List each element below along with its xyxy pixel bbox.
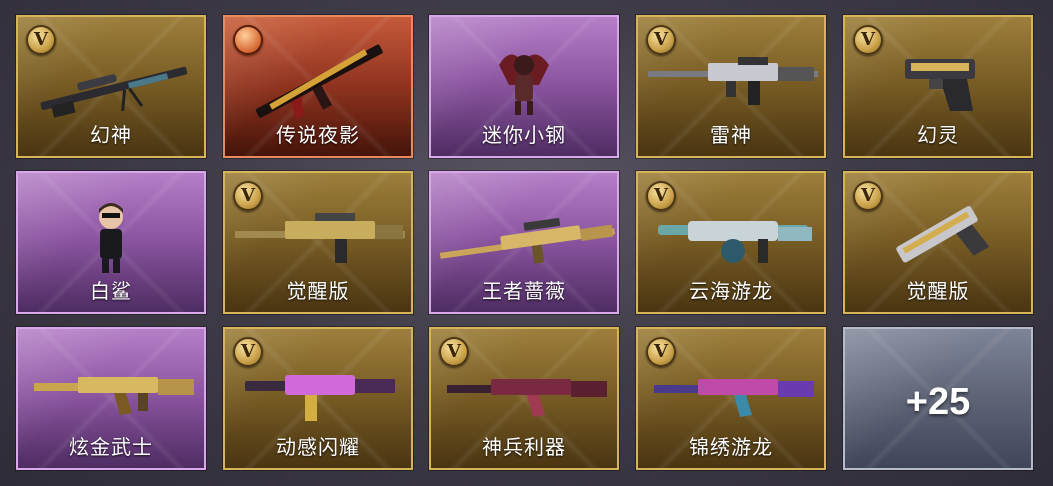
item-name: 白鲨 [90,279,132,303]
item-name: 觉醒版 [286,279,350,303]
item-name: 锦绣游龙 [689,435,773,459]
item-card[interactable]: V 动感闪耀 [223,327,413,470]
assault-rifle-icon [648,57,818,105]
sniper-rifle-icon [439,217,615,264]
assault-rifle-icon [235,213,405,263]
more-count: +25 [905,381,971,423]
more-items-card[interactable]: +25 [843,327,1033,470]
character-figure-icon [99,203,123,273]
item-card[interactable]: V 觉醒版 [843,171,1033,314]
item-name: 幻灵 [917,123,959,147]
item-card[interactable]: 炫金武士 [16,327,206,470]
item-card[interactable]: V 神兵利器 [429,327,619,470]
item-name: 云海游龙 [689,279,773,303]
pistol-icon [905,59,975,111]
item-card[interactable]: 传说夜影 [223,15,413,158]
item-name: 神兵利器 [482,435,566,459]
item-card[interactable]: V 觉醒版 [223,171,413,314]
smg-icon [658,221,812,263]
item-name: 雷神 [710,123,752,147]
item-card[interactable]: V 锦绣游龙 [636,327,826,470]
item-card[interactable]: V 幻神 [16,15,206,158]
rifle-icon [245,375,395,421]
ak-rifle-icon [447,379,607,417]
mini-mech-figure-icon [499,54,549,115]
rifle-icon [255,44,383,120]
item-name: 觉醒版 [906,279,970,303]
pistol-icon [896,206,990,263]
item-name: 迷你小钢 [482,123,566,147]
item-name: 动感闪耀 [276,435,360,459]
item-name: 传说夜影 [276,123,360,147]
item-card[interactable]: V 雷神 [636,15,826,158]
item-card[interactable]: 迷你小钢 [429,15,619,158]
item-name: 王者蔷薇 [482,279,566,303]
item-card[interactable]: 白鲨 [16,171,206,314]
ak-rifle-icon [654,379,814,417]
item-name: 幻神 [90,123,132,147]
item-card[interactable]: V 云海游龙 [636,171,826,314]
item-name: 炫金武士 [69,435,153,459]
sniper-rifle-icon [40,66,188,118]
ak-rifle-icon [34,377,194,415]
item-grid: V 幻神 传说夜影 迷你小钢 V 雷神 V 幻灵 白鲨 V 觉醒版 王者蔷薇 V… [0,0,1053,486]
item-card[interactable]: 王者蔷薇 [429,171,619,314]
item-card[interactable]: V 幻灵 [843,15,1033,158]
